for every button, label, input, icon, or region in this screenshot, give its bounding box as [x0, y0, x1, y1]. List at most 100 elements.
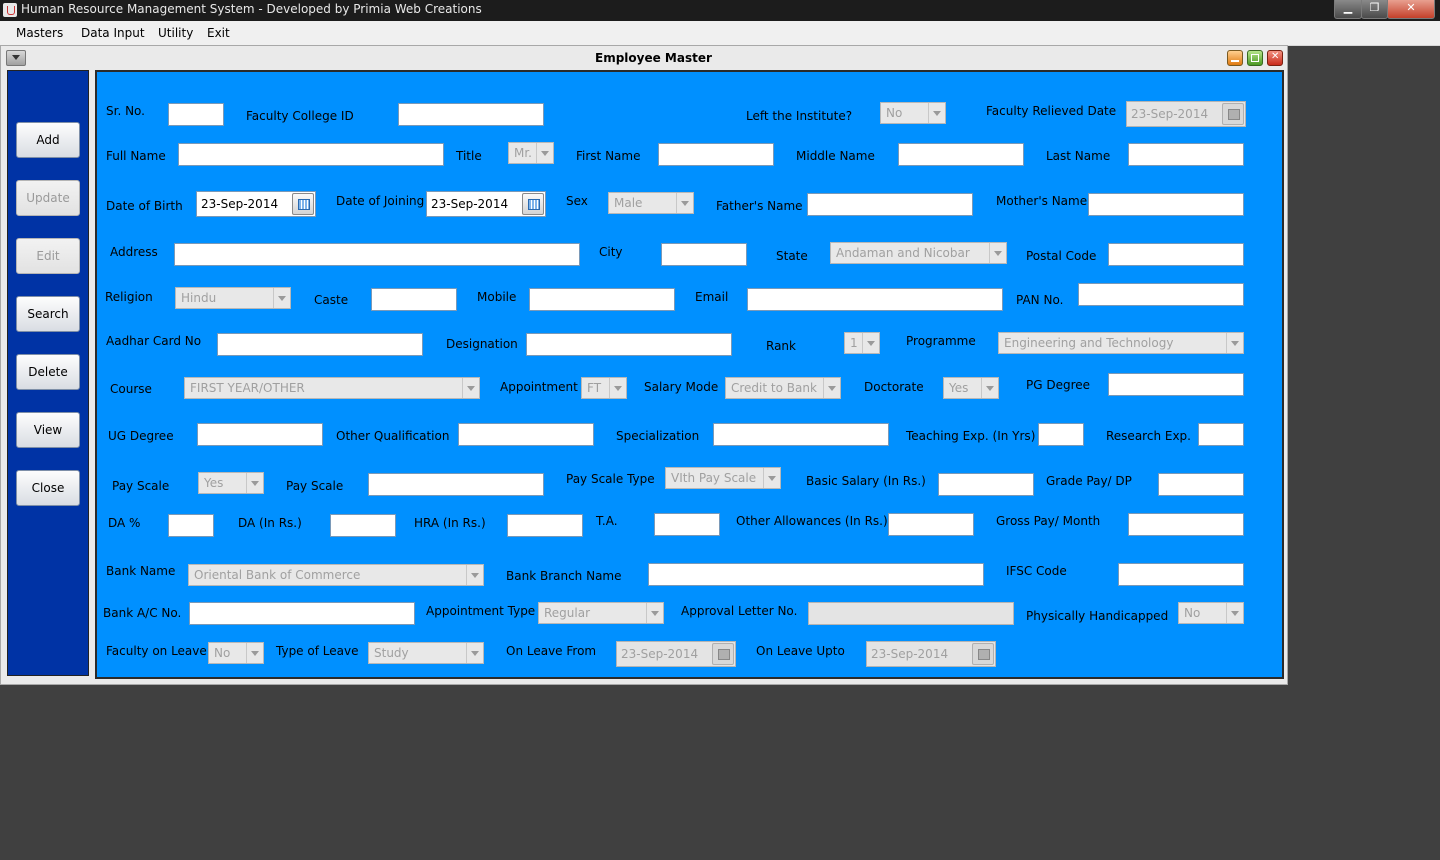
address-field[interactable] — [174, 243, 580, 266]
designation-field[interactable] — [526, 333, 732, 356]
appointment-select[interactable]: FT — [581, 377, 627, 399]
faculty-on-leave-select[interactable]: No — [208, 642, 264, 664]
physically-handicapped-select[interactable]: No — [1178, 602, 1244, 624]
ta-label: T.A. — [596, 514, 618, 528]
aadhar-card-no-field[interactable] — [217, 333, 423, 356]
programme-select[interactable]: Engineering and Technology — [998, 332, 1244, 354]
full-name-field[interactable] — [178, 143, 444, 166]
faculty-relieved-date-picker[interactable]: 23-Sep-2014 — [1126, 101, 1246, 127]
faculty-on-leave-label: Faculty on Leave — [106, 644, 207, 658]
address-label: Address — [110, 245, 158, 259]
other-qualification-label: Other Qualification — [336, 429, 450, 443]
on-leave-from-picker[interactable]: 23-Sep-2014 — [616, 641, 736, 667]
update-button[interactable]: Update — [16, 180, 80, 216]
state-select[interactable]: Andaman and Nicobar — [830, 242, 1007, 264]
menu-utility[interactable]: Utility — [158, 26, 193, 40]
doctorate-select[interactable]: Yes — [943, 377, 999, 399]
teaching-exp-field[interactable] — [1038, 423, 1084, 446]
gross-pay-field[interactable] — [1128, 513, 1244, 536]
window-close-button[interactable] — [1267, 50, 1283, 66]
religion-value: Hindu — [181, 291, 217, 305]
da-rs-field[interactable] — [330, 514, 396, 537]
approval-letter-no-field[interactable] — [808, 602, 1014, 625]
specialization-field[interactable] — [713, 423, 889, 446]
hra-rs-field[interactable] — [507, 514, 583, 537]
on-leave-upto-value: 23-Sep-2014 — [871, 647, 949, 661]
religion-select[interactable]: Hindu — [175, 287, 291, 309]
type-of-leave-select[interactable]: Study — [368, 642, 484, 664]
pay-scale-flag-select[interactable]: Yes — [198, 472, 264, 494]
basic-salary-field[interactable] — [938, 473, 1034, 496]
chevron-down-icon — [462, 378, 479, 398]
menu-data-input[interactable]: Data Input — [81, 26, 145, 40]
pan-no-label: PAN No. — [1016, 293, 1064, 307]
da-percent-field[interactable] — [168, 514, 214, 537]
close-button[interactable]: Close — [16, 470, 80, 506]
ug-degree-field[interactable] — [197, 423, 323, 446]
calendar-icon[interactable] — [292, 193, 314, 215]
first-name-label: First Name — [576, 149, 641, 163]
on-leave-upto-picker[interactable]: 23-Sep-2014 — [866, 641, 996, 667]
faculty-college-id-field[interactable] — [398, 103, 544, 126]
research-exp-field[interactable] — [1198, 423, 1244, 446]
calendar-icon[interactable] — [1222, 103, 1244, 125]
pay-scale-field[interactable] — [368, 473, 544, 496]
sr-no-field[interactable] — [168, 103, 224, 126]
title-select[interactable]: Mr. — [508, 142, 554, 164]
menu-masters[interactable]: Masters — [16, 26, 63, 40]
delete-button[interactable]: Delete — [16, 354, 80, 390]
window-minimize-button[interactable] — [1227, 50, 1243, 66]
mobile-field[interactable] — [529, 288, 675, 311]
other-allowances-field[interactable] — [888, 513, 974, 536]
middle-name-field[interactable] — [898, 143, 1024, 166]
caste-field[interactable] — [371, 288, 457, 311]
window-menu-icon[interactable] — [6, 50, 26, 66]
os-window-title: Human Resource Management System - Devel… — [21, 2, 482, 16]
grade-pay-field[interactable] — [1158, 473, 1244, 496]
os-close-button[interactable]: ✕ — [1387, 0, 1435, 19]
email-field[interactable] — [747, 288, 1003, 311]
add-button[interactable]: Add — [16, 122, 80, 158]
ta-field[interactable] — [654, 513, 720, 536]
menu-exit[interactable]: Exit — [207, 26, 230, 40]
calendar-icon[interactable] — [712, 643, 734, 665]
ug-degree-label: UG Degree — [108, 429, 174, 443]
bank-branch-name-field[interactable] — [648, 563, 984, 586]
rank-select[interactable]: 1 — [844, 332, 880, 354]
chevron-down-icon — [676, 193, 693, 213]
pay-scale-type-select[interactable]: VIth Pay Scale — [665, 467, 781, 489]
salary-mode-label: Salary Mode — [644, 380, 719, 394]
window-maximize-button[interactable] — [1247, 50, 1263, 66]
sex-select[interactable]: Male — [608, 192, 694, 214]
bank-ac-no-field[interactable] — [189, 602, 415, 625]
physically-handicapped-label: Physically Handicapped — [1026, 609, 1169, 623]
ifsc-code-field[interactable] — [1118, 563, 1244, 586]
first-name-field[interactable] — [658, 143, 774, 166]
edit-button[interactable]: Edit — [16, 238, 80, 274]
course-select[interactable]: FIRST YEAR/OTHER — [184, 377, 480, 399]
os-maximize-button[interactable]: ❐ — [1361, 0, 1388, 19]
other-qualification-field[interactable] — [458, 423, 594, 446]
fathers-name-field[interactable] — [807, 193, 973, 216]
appointment-type-select[interactable]: Regular — [538, 602, 664, 624]
left-institute-select[interactable]: No — [880, 102, 946, 124]
pg-degree-field[interactable] — [1108, 373, 1244, 396]
date-of-joining-label: Date of Joining — [336, 194, 425, 208]
last-name-field[interactable] — [1128, 143, 1244, 166]
chevron-down-icon — [246, 473, 263, 493]
bank-name-select[interactable]: Oriental Bank of Commerce — [188, 564, 484, 586]
mothers-name-field[interactable] — [1088, 193, 1244, 216]
pan-no-field[interactable] — [1078, 283, 1244, 306]
calendar-icon[interactable] — [522, 193, 544, 215]
date-of-birth-picker[interactable]: 23-Sep-2014 — [196, 191, 316, 217]
date-of-joining-picker[interactable]: 23-Sep-2014 — [426, 191, 546, 217]
specialization-label: Specialization — [616, 429, 700, 443]
calendar-icon[interactable] — [972, 643, 994, 665]
os-minimize-button[interactable]: ▁ — [1334, 0, 1362, 19]
pay-scale-type-value: VIth Pay Scale — [671, 471, 757, 485]
city-field[interactable] — [661, 243, 747, 266]
salary-mode-select[interactable]: Credit to Bank — [725, 377, 841, 399]
search-button[interactable]: Search — [16, 296, 80, 332]
view-button[interactable]: View — [16, 412, 80, 448]
postal-code-field[interactable] — [1108, 243, 1244, 266]
